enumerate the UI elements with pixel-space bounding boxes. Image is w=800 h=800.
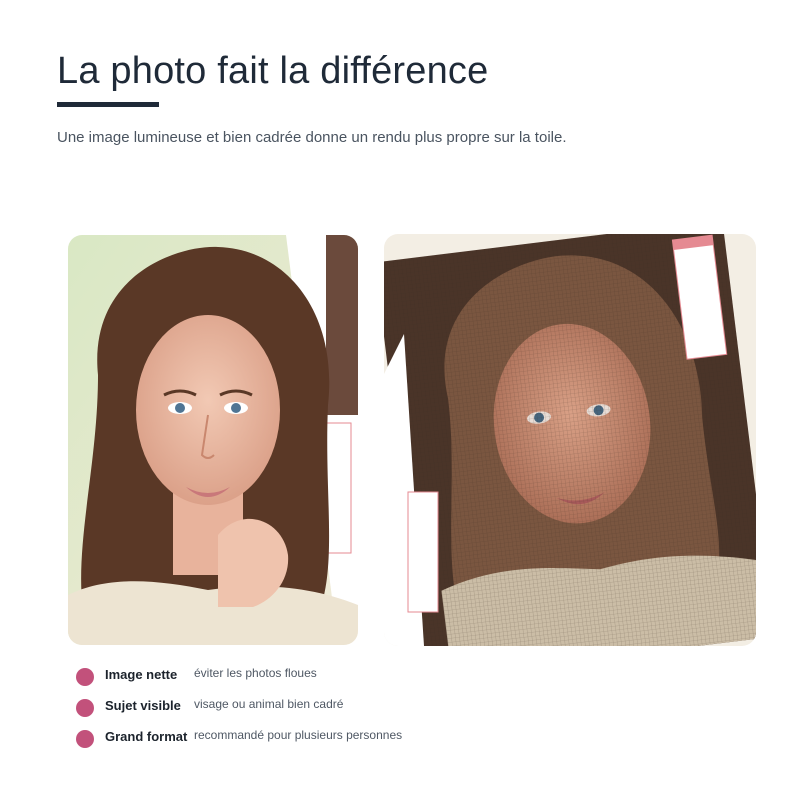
original-photo	[68, 235, 358, 645]
feature-description: visage ou animal bien cadré	[194, 697, 344, 711]
feature-description: éviter les photos floues	[194, 666, 317, 680]
feature-label: Sujet visible	[105, 698, 181, 713]
bullet-dot-icon	[76, 668, 94, 686]
feature-description: recommandé pour plusieurs personnes	[194, 728, 403, 742]
canvas-preview	[384, 234, 756, 646]
page-subtitle: Une image lumineuse et bien cadrée donne…	[57, 129, 567, 146]
page-title: La photo fait la différence	[57, 50, 489, 92]
feature-label: Image nette	[105, 667, 178, 682]
bullet-dot-icon	[76, 730, 94, 748]
feature-label: Grand format	[105, 729, 188, 744]
title-underline	[57, 102, 159, 107]
bullet-dot-icon	[76, 699, 94, 717]
